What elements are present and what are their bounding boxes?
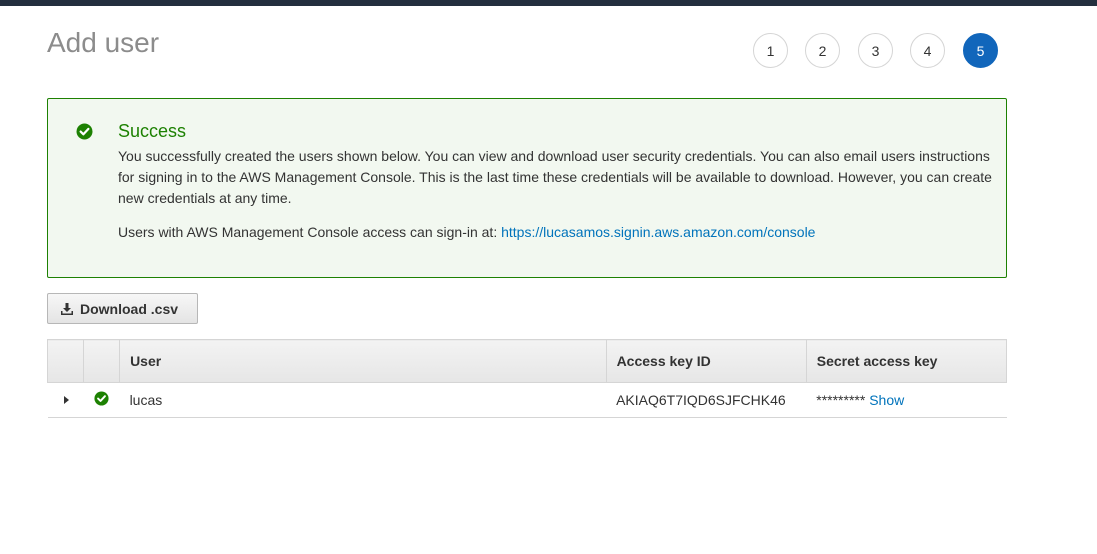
top-nav-bar [0, 0, 1097, 6]
step-3[interactable]: 3 [858, 33, 893, 68]
check-circle-icon [76, 123, 93, 140]
expand-cell[interactable] [47, 382, 84, 418]
status-column-header [83, 339, 121, 383]
users-table: User Access key ID Secret access key luc… [46, 339, 1008, 418]
alert-message: You successfully created the users shown… [118, 148, 992, 206]
page-title: Add user [47, 27, 160, 58]
access-key-cell: AKIAQ6T7IQD6SJFCHK46 [606, 382, 807, 418]
signin-prefix: Users with AWS Management Console access… [118, 224, 498, 240]
signin-url-link[interactable]: https://lucasamos.signin.aws.amazon.com/… [501, 224, 815, 240]
check-circle-icon [94, 391, 109, 406]
expand-column-header [46, 339, 85, 383]
download-csv-label: Download .csv [80, 300, 179, 317]
download-csv-button[interactable]: Download .csv [47, 293, 198, 324]
success-alert: Success You successfully created the use… [47, 98, 1007, 278]
user-cell: lucas [119, 382, 607, 418]
user-column-header[interactable]: User [119, 339, 607, 383]
secret-key-cell: ********* Show [806, 382, 1007, 418]
download-icon [61, 302, 73, 315]
access-key-column-header[interactable]: Access key ID [605, 339, 807, 383]
alert-title: Success [118, 121, 187, 141]
secret-key-column-header[interactable]: Secret access key [805, 339, 1008, 383]
step-4[interactable]: 4 [910, 33, 945, 68]
show-secret-link[interactable]: Show [869, 392, 904, 408]
step-2[interactable]: 2 [805, 33, 840, 68]
secret-masked: ********* [816, 392, 866, 408]
signin-line: Users with AWS Management Console access… [118, 224, 815, 240]
step-1[interactable]: 1 [753, 33, 788, 68]
table-row: lucas AKIAQ6T7IQD6SJFCHK46 ********* Sho… [47, 382, 1007, 418]
caret-right-icon[interactable] [62, 395, 70, 405]
status-cell [83, 382, 120, 418]
step-5[interactable]: 5 [963, 33, 998, 68]
table-header-row: User Access key ID Secret access key [46, 339, 1008, 383]
